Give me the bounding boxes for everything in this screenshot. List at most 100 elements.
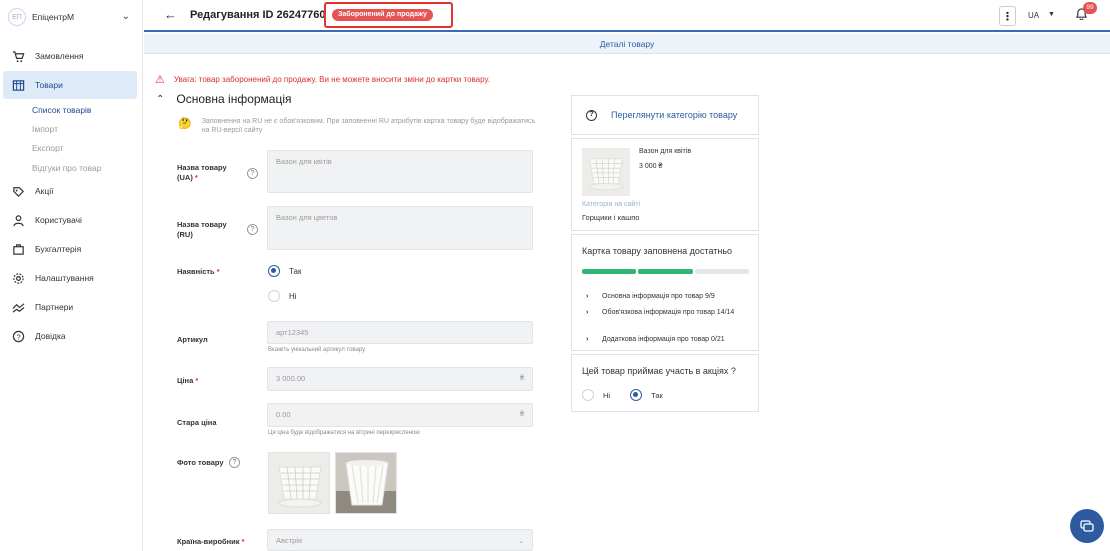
sidebar-item-label: Замовлення — [35, 51, 84, 61]
more-menu-icon[interactable]: ⋮ — [999, 6, 1016, 26]
availability-no-radio[interactable]: Ні — [268, 290, 297, 302]
sidebar-item-users[interactable]: Користувачі — [3, 206, 137, 234]
caret-down-icon: ▼ — [1048, 11, 1055, 18]
promo-radio-group: Ні Так — [582, 389, 683, 401]
sidebar-subitem-export[interactable]: Експорт — [32, 143, 64, 153]
sidebar-item-label: Акції — [35, 186, 54, 196]
language-select[interactable]: UA — [1028, 11, 1039, 20]
field-label-sku: Артикул — [177, 335, 208, 344]
chevron-right-icon: › — [586, 293, 589, 300]
category-value: Горщики і кашпо — [582, 213, 640, 222]
chevron-up-icon: ⌃ — [156, 93, 165, 105]
product-photo-1[interactable] — [268, 452, 330, 514]
sidebar-item-accounting[interactable]: Бухгалтерія — [3, 235, 137, 263]
country-value: Австрія — [276, 536, 302, 545]
back-arrow-icon[interactable]: ← — [164, 7, 177, 22]
sidebar-item-label: Товари — [35, 80, 63, 90]
section-header[interactable]: ⌃ Основна інформація — [156, 92, 292, 106]
settings-icon — [11, 271, 25, 285]
svg-text:?: ? — [16, 332, 20, 341]
sku-field[interactable]: арт12345 — [267, 321, 533, 344]
country-select[interactable]: Австрія ⌄ — [267, 529, 533, 551]
progress-segment-2 — [638, 269, 693, 274]
page-title: Редагування ID 26247760 — [190, 9, 326, 21]
partners-icon — [11, 300, 25, 314]
help-icon[interactable]: ? — [247, 168, 258, 179]
help-icon[interactable]: ? — [247, 224, 258, 235]
store-name: ЕпіцентрМ — [32, 12, 75, 22]
field-label-availability: Наявність * — [177, 267, 220, 276]
sidebar-item-partners[interactable]: Партнери — [3, 293, 137, 321]
cart-icon — [11, 49, 25, 63]
status-badge: Заборонений до продажу — [332, 9, 433, 21]
promo-icon — [11, 184, 25, 198]
sidebar-item-orders[interactable]: Замовлення — [3, 42, 137, 70]
radio-label: Ні — [603, 390, 611, 400]
completeness-card: Картка товару заповнена достатньо › Осно… — [571, 234, 759, 351]
name-ru-field[interactable]: Вазон для цветов — [267, 206, 533, 250]
store-logo: ЕП — [8, 8, 26, 26]
sidebar-item-promotions[interactable]: Акції — [3, 177, 137, 205]
chevron-down-icon: ⌄ — [518, 538, 524, 545]
sidebar: ЕП ЕпіцентрМ ⌄ Замовлення Товари Список … — [0, 0, 143, 551]
chevron-right-icon: › — [586, 336, 589, 343]
radio-label: Так — [651, 390, 663, 400]
completeness-row-required[interactable]: › Обов'язкова інформація про товар 14/14 — [586, 308, 746, 317]
sidebar-item-label: Довідка — [35, 331, 66, 341]
sidebar-subitem-reviews[interactable]: Відгуки про товар — [32, 163, 102, 173]
row-label: Основна інформація про товар 9/9 — [602, 293, 715, 300]
store-switcher[interactable]: ЕП ЕпіцентрМ ⌄ — [8, 8, 136, 26]
price-field[interactable]: 3 000.00 ₴ — [267, 367, 533, 391]
promo-question: Цей товар приймає участь в акціях ? — [582, 366, 736, 376]
radio-label: Ні — [289, 291, 297, 301]
name-ua-field[interactable]: Вазон для квітів — [267, 150, 533, 193]
availability-yes-radio[interactable]: Так — [268, 265, 301, 277]
sidebar-item-label: Користувачі — [35, 215, 82, 225]
view-category-link[interactable]: ? Переглянути категорію товару — [571, 95, 759, 135]
chat-icon[interactable] — [1070, 509, 1104, 543]
old-price-hint: Ця ціна буде відображатися на вітрині пе… — [268, 430, 420, 436]
sidebar-item-help[interactable]: ? Довідка — [3, 322, 137, 350]
users-icon — [11, 213, 25, 227]
sidebar-item-products[interactable]: Товари — [3, 71, 137, 99]
sidebar-subitem-import[interactable]: Імпорт — [32, 124, 58, 134]
field-label-old-price: Стара ціна — [177, 418, 217, 427]
sidebar-item-label: Партнери — [35, 302, 74, 312]
warning-text: Увага: товар заборонений до продажу. Ви … — [173, 75, 490, 84]
completeness-row-basic[interactable]: › Основна інформація про товар 9/9 — [586, 292, 715, 301]
promo-no-radio[interactable] — [582, 389, 594, 401]
radio-checked[interactable] — [268, 265, 280, 277]
completeness-row-additional[interactable]: › Додаткова інформація про товар 0/21 — [586, 335, 725, 344]
old-price-field[interactable]: 0.00 ₴ — [267, 403, 533, 427]
category-label: Категорія на сайті — [582, 201, 641, 208]
radio-label: Так — [289, 266, 302, 276]
products-icon — [11, 78, 25, 92]
help-icon[interactable]: ? — [229, 457, 240, 468]
warning-banner: ⚠ Увага: товар заборонений до продажу. В… — [155, 73, 490, 86]
promo-yes-radio[interactable] — [630, 389, 643, 401]
section-title: Основна інформація — [176, 92, 292, 106]
sidebar-subitem-product-list[interactable]: Список товарів — [32, 105, 91, 115]
progress-segment-3 — [695, 269, 749, 274]
tab-label: Деталі товару — [599, 39, 655, 49]
currency-symbol: ₴ — [520, 411, 524, 418]
tab-product-details[interactable]: Деталі товару — [144, 34, 1110, 54]
product-preview-card: Вазон для квітів 3 000 ₴ Категорія на са… — [571, 138, 759, 231]
product-photo-2[interactable] — [335, 452, 397, 514]
currency-symbol: ₴ — [520, 375, 524, 382]
view-category-label: Переглянути категорію товару — [611, 110, 738, 120]
sidebar-item-label: Налаштування — [35, 273, 94, 283]
notification-count: 99 — [1083, 2, 1097, 14]
sidebar-item-label: Бухгалтерія — [35, 244, 82, 254]
field-label-price: Ціна * — [177, 376, 199, 385]
help-icon: ? — [11, 329, 25, 343]
radio-unchecked[interactable] — [268, 290, 280, 302]
chevron-down-icon: ⌄ — [121, 11, 130, 22]
old-price-value: 0.00 — [276, 410, 291, 419]
status-highlight: Заборонений до продажу — [324, 2, 453, 28]
chevron-right-icon: › — [586, 309, 589, 316]
sidebar-item-settings[interactable]: Налаштування — [3, 264, 137, 292]
question-icon: ? — [586, 109, 597, 121]
completeness-title: Картка товару заповнена достатньо — [582, 246, 733, 256]
row-label: Обов'язкова інформація про товар 14/14 — [602, 309, 735, 316]
